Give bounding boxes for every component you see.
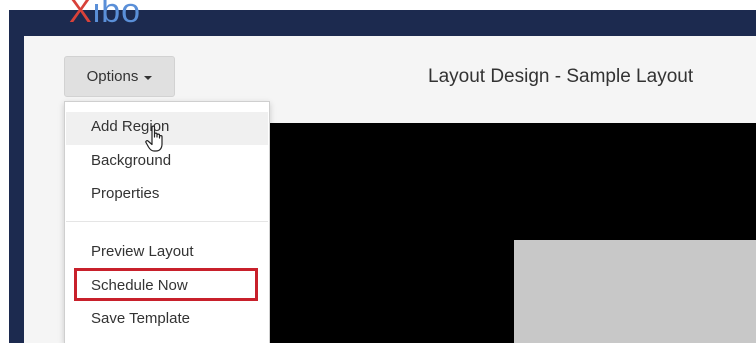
logo-rest: ibo (92, 0, 142, 30)
menu-item-preview-layout[interactable]: Preview Layout (91, 243, 194, 260)
options-dropdown-menu: Add Region Background Properties Preview… (64, 101, 270, 343)
menu-item-save-template[interactable]: Save Template (91, 310, 190, 327)
caret-down-icon (144, 75, 153, 80)
schedule-now-highlight-box (74, 268, 258, 301)
menu-item-background[interactable]: Background (91, 152, 171, 169)
page-title: Layout Design - Sample Layout (428, 66, 694, 87)
menu-item-properties[interactable]: Properties (91, 185, 159, 202)
options-button-label: Options (86, 68, 139, 85)
options-button[interactable]: Options (64, 56, 175, 97)
layout-region[interactable] (514, 240, 756, 343)
xibo-logo: Xibo (69, 0, 141, 31)
menu-divider (66, 221, 268, 222)
logo-x: X (69, 0, 93, 30)
hand-pointer-icon (145, 125, 163, 152)
screenshot-frame: Xibo Options Layout Design - Sample Layo… (0, 0, 756, 343)
